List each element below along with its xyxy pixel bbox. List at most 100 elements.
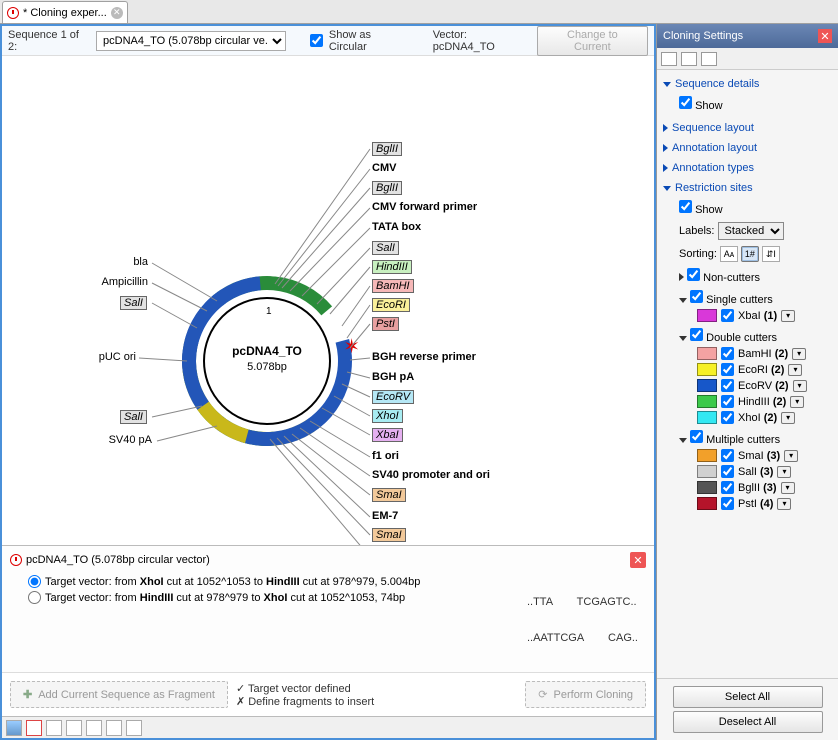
view-icon-1[interactable] xyxy=(6,720,22,736)
fragment-title: pcDNA4_TO (5.078bp circular vector) xyxy=(26,554,210,566)
enzyme-checkbox[interactable] xyxy=(721,411,734,424)
sort-length-button[interactable]: ⇵I xyxy=(762,246,780,262)
enzyme-checkbox[interactable] xyxy=(721,379,734,392)
target-vector-radio-2[interactable] xyxy=(28,591,41,604)
vector-icon xyxy=(10,554,22,566)
enzyme-row: PstI (4)▾ xyxy=(697,497,834,510)
preset-icon-1[interactable] xyxy=(661,52,677,66)
enzyme-row: BamHI (2) ▾ xyxy=(697,347,834,360)
enzyme-dropdown[interactable]: ▾ xyxy=(781,482,795,494)
enzyme-name: EcoRV (2) xyxy=(738,380,789,392)
enzyme-dropdown[interactable]: ▾ xyxy=(781,412,795,424)
overhang-seq-1: ..TTA TCGAGTC.. xyxy=(527,596,638,608)
section-sequence-details[interactable]: Sequence details xyxy=(661,74,834,94)
enzyme-dropdown[interactable]: ▾ xyxy=(777,466,791,478)
view-icon-5[interactable] xyxy=(86,720,102,736)
seq-index-label: Sequence 1 of 2: xyxy=(8,29,90,53)
enzyme-dropdown[interactable]: ▾ xyxy=(784,450,798,462)
sidebar-toolbar xyxy=(657,48,838,70)
enzyme-dropdown[interactable]: ▾ xyxy=(788,364,802,376)
color-swatch xyxy=(697,379,717,392)
enzyme-checkbox[interactable] xyxy=(721,465,734,478)
color-swatch xyxy=(697,363,717,376)
enzyme-name: EcoRI (2) xyxy=(738,364,784,376)
enzyme-row: BglII (3)▾ xyxy=(697,481,834,494)
sidebar-close-icon[interactable]: ✕ xyxy=(818,29,832,43)
single-cutters-label: Single cutters xyxy=(706,294,773,306)
add-fragment-label: Add Current Sequence as Fragment xyxy=(38,689,215,701)
sidebar-title: Cloning Settings ✕ xyxy=(657,24,838,48)
enzyme-checkbox[interactable] xyxy=(721,497,734,510)
section-restriction-sites[interactable]: Restriction sites xyxy=(661,178,834,198)
double-cutters-label: Double cutters xyxy=(706,332,777,344)
sequence-select[interactable]: pcDNA4_TO (5.078bp circular ve... xyxy=(96,31,286,51)
section-annotation-layout[interactable]: Annotation layout xyxy=(661,138,834,158)
sort-count-button[interactable]: 1# xyxy=(741,246,759,262)
status-defined: ✓ Target vector defined xyxy=(236,682,374,695)
enzyme-name: SalI (3) xyxy=(738,466,773,478)
enzyme-checkbox[interactable] xyxy=(721,481,734,494)
bottom-actions: ✚ Add Current Sequence as Fragment ✓ Tar… xyxy=(2,672,654,716)
enzyme-name: BamHI (2) xyxy=(738,348,788,360)
view-icon-7[interactable] xyxy=(126,720,142,736)
noncutters-label: Non-cutters xyxy=(703,272,760,284)
double-cutters-checkbox[interactable] xyxy=(690,328,703,341)
preset-icon-3[interactable] xyxy=(701,52,717,66)
view-icon-4[interactable] xyxy=(66,720,82,736)
fragment-panel: pcDNA4_TO (5.078bp circular vector) ✕ Ta… xyxy=(2,545,654,672)
target-vector-radio-1[interactable] xyxy=(28,575,41,588)
labels-select[interactable]: Stacked xyxy=(718,222,784,240)
tab-cloning-experiment[interactable]: * Cloning exper... ✕ xyxy=(2,1,128,23)
enzyme-row: SalI (3) ▾ xyxy=(697,465,834,478)
enzyme-dropdown[interactable]: ▾ xyxy=(781,310,795,322)
labels-label: Labels: xyxy=(679,225,714,237)
view-icon-3[interactable] xyxy=(46,720,62,736)
enzyme-dropdown[interactable]: ▾ xyxy=(790,396,804,408)
tab-close-icon[interactable]: ✕ xyxy=(111,7,123,19)
change-to-current-button[interactable]: Change to Current xyxy=(537,26,648,56)
perform-cloning-button[interactable]: ⟳ Perform Cloning xyxy=(525,681,646,708)
details-show-checkbox[interactable] xyxy=(679,96,692,109)
multiple-cutters-label: Multiple cutters xyxy=(706,434,780,446)
enzyme-row: XhoI (2) ▾ xyxy=(697,411,834,424)
preset-icon-2[interactable] xyxy=(681,52,697,66)
enzyme-name: XbaI (1) xyxy=(738,310,777,322)
enzyme-checkbox[interactable] xyxy=(721,347,734,360)
target-vector-desc-1: Target vector: from XhoI cut at 1052^105… xyxy=(45,576,420,588)
enzyme-checkbox[interactable] xyxy=(721,363,734,376)
enzyme-checkbox[interactable] xyxy=(721,309,734,322)
add-fragment-button[interactable]: ✚ Add Current Sequence as Fragment xyxy=(10,681,228,708)
color-swatch xyxy=(697,481,717,494)
restriction-show-checkbox[interactable] xyxy=(679,200,692,213)
color-swatch xyxy=(697,347,717,360)
enzyme-name: XhoI (2) xyxy=(738,412,777,424)
enzyme-row: SmaI (3)▾ xyxy=(697,449,834,462)
tab-title: * Cloning exper... xyxy=(23,7,107,19)
vector-label: Vector: pcDNA4_TO xyxy=(433,29,531,53)
tab-icon xyxy=(7,7,19,19)
enzyme-checkbox[interactable] xyxy=(721,449,734,462)
enzyme-row: EcoRV (2) ▾ xyxy=(697,379,834,392)
single-cutters-checkbox[interactable] xyxy=(690,290,703,303)
enzyme-dropdown[interactable]: ▾ xyxy=(793,380,807,392)
noncutters-checkbox[interactable] xyxy=(687,268,700,281)
color-swatch xyxy=(697,309,717,322)
overhang-seq-2: ..AATTCGA CAG.. xyxy=(527,632,638,644)
section-annotation-types[interactable]: Annotation types xyxy=(661,158,834,178)
enzyme-checkbox[interactable] xyxy=(721,395,734,408)
multiple-cutters-checkbox[interactable] xyxy=(690,430,703,443)
view-icon-2[interactable] xyxy=(26,720,42,736)
leader-lines xyxy=(2,56,652,545)
view-icon-6[interactable] xyxy=(106,720,122,736)
select-all-button[interactable]: Select All xyxy=(673,686,823,708)
show-circular-checkbox[interactable] xyxy=(310,34,323,47)
show-circular-label: Show as Circular xyxy=(329,29,411,53)
section-sequence-layout[interactable]: Sequence layout xyxy=(661,118,834,138)
deselect-all-button[interactable]: Deselect All xyxy=(673,711,823,733)
sort-az-button[interactable]: Aᴀ xyxy=(720,246,738,262)
enzyme-dropdown[interactable]: ▾ xyxy=(777,498,791,510)
color-swatch xyxy=(697,449,717,462)
enzyme-dropdown[interactable]: ▾ xyxy=(792,348,806,360)
perform-cloning-label: Perform Cloning xyxy=(554,689,633,701)
fragment-close-icon[interactable]: ✕ xyxy=(630,552,646,568)
